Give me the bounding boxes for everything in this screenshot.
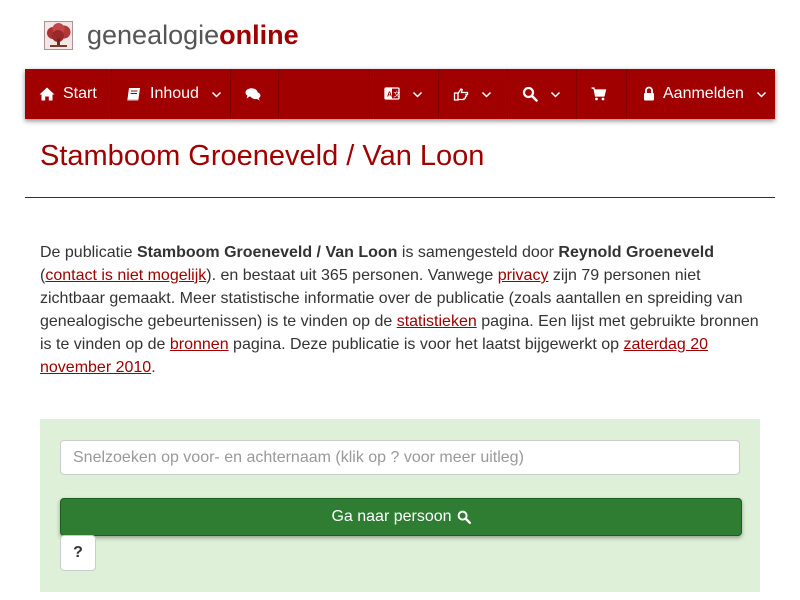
intro-text-1: De publicatie [40, 244, 137, 261]
chevron-down-icon [412, 89, 423, 100]
book-icon [126, 86, 142, 102]
comments-icon [245, 86, 261, 102]
chevron-down-icon [211, 89, 222, 100]
search-help-label: ? [73, 544, 83, 561]
quick-search-input[interactable] [60, 440, 740, 475]
chevron-down-icon [481, 89, 492, 100]
statistics-link[interactable]: statistieken [397, 313, 477, 330]
sources-link[interactable]: bronnen [170, 336, 229, 353]
privacy-link[interactable]: privacy [498, 267, 549, 284]
go-to-person-button[interactable]: Ga naar persoon [60, 498, 742, 536]
shopping-cart-icon [591, 86, 607, 102]
search-help-button[interactable]: ? [60, 535, 96, 571]
home-icon [39, 86, 55, 102]
nav-login-label: Aanmelden [663, 85, 744, 102]
main-navbar: Start Inhoud A文 Aanmelden [25, 69, 775, 119]
nav-hand[interactable] [439, 69, 508, 119]
site-logo[interactable]: genealogieonline [44, 18, 299, 52]
language-icon: A文 [384, 86, 400, 102]
chevron-down-icon [756, 89, 767, 100]
intro-text-7: pagina. Deze publicatie is voor het laat… [228, 336, 624, 353]
nav-spacer [279, 69, 370, 119]
nav-cart[interactable] [577, 69, 627, 119]
svg-text:文: 文 [393, 90, 400, 99]
lock-icon [643, 86, 655, 102]
contact-link[interactable]: contact is niet mogelijk [45, 267, 206, 284]
svg-text:A: A [387, 92, 392, 99]
intro-text-4: ). en bestaat uit 365 personen. Vanwege [206, 267, 498, 284]
tree-icon [44, 20, 73, 50]
page-title: Stamboom Groeneveld / Van Loon [40, 140, 485, 172]
go-to-person-label: Ga naar persoon [331, 508, 452, 525]
title-divider [25, 197, 775, 198]
nav-chat[interactable] [231, 69, 279, 119]
nav-search[interactable] [508, 69, 577, 119]
logo-text: genealogieonline [87, 20, 299, 51]
nav-start-label: Start [63, 85, 97, 102]
logo-text-plain: genealogie [87, 19, 220, 50]
logo-text-bold: online [219, 19, 299, 50]
quick-search-panel: Ga naar persoon ? [40, 419, 760, 592]
publication-intro: De publicatie Stamboom Groeneveld / Van … [40, 241, 762, 379]
intro-text-8: . [151, 359, 156, 376]
chevron-down-icon [550, 89, 561, 100]
author-name: Reynold Groeneveld [558, 244, 715, 261]
search-icon [522, 86, 538, 102]
nav-inhoud-label: Inhoud [150, 85, 199, 102]
search-icon [457, 510, 471, 524]
nav-language[interactable]: A文 [370, 69, 439, 119]
nav-start[interactable]: Start [25, 69, 112, 119]
nav-inhoud[interactable]: Inhoud [112, 69, 231, 119]
intro-text-2: is samengesteld door [397, 244, 559, 261]
hand-pointer-icon [453, 86, 469, 102]
publication-name: Stamboom Groeneveld / Van Loon [136, 244, 398, 261]
nav-login[interactable]: Aanmelden [627, 69, 775, 119]
